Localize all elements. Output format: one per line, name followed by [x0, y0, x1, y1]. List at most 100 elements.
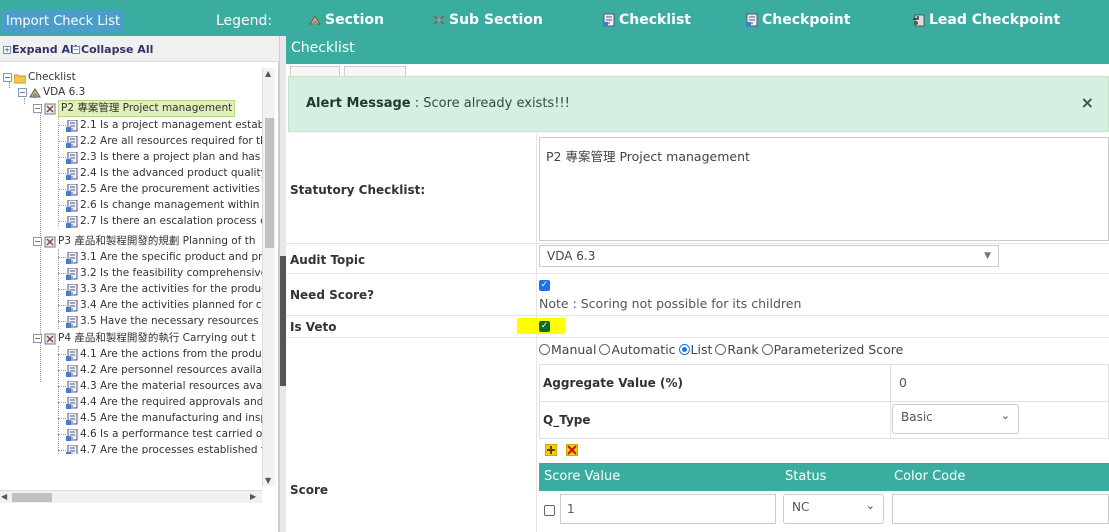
checkpoint-icon [66, 444, 78, 454]
tree-checkpoint-item[interactable]: 2.5 Are the procurement activities o [66, 182, 262, 197]
status-header: Status [785, 469, 827, 484]
tree-checkpoint-item[interactable]: 4.4 Are the required approvals and r [66, 395, 262, 410]
is-veto-checkbox[interactable]: ✓ [539, 321, 550, 332]
tree-checkpoint-item[interactable]: 4.6 Is a performance test carried ou [66, 427, 262, 442]
legend-section: Section [308, 12, 384, 28]
radio-parameterized[interactable] [761, 344, 773, 355]
checkpoint-icon [66, 380, 78, 393]
radio-automatic[interactable] [599, 344, 611, 355]
tree-node-p4[interactable]: − P4 產品和製程開發的執行 Carrying out t [33, 331, 255, 346]
radio-list[interactable] [678, 344, 690, 355]
sub-section-icon [44, 333, 56, 344]
tree-checkpoint-item[interactable]: 2.3 Is there a project plan and has th [66, 150, 262, 165]
score-label: Score [290, 483, 329, 497]
checkpoint-icon [66, 283, 78, 296]
alert-label: Alert Message [306, 96, 411, 111]
top-toolbar: Import Check List Legend: Section Sub Se… [0, 0, 1109, 40]
checkpoint-icon [66, 364, 78, 377]
score-mode-radio-group: Manual Automatic List Rank Parameterized… [539, 342, 903, 357]
tree-node-vda[interactable]: − VDA 6.3 [18, 85, 85, 100]
checkpoint-icon [66, 199, 78, 212]
scroll-left-icon[interactable]: ◀ [1, 492, 7, 501]
checkpoint-icon [66, 267, 78, 280]
radio-rank[interactable] [715, 344, 727, 355]
scroll-right-icon[interactable]: ▶ [250, 492, 256, 501]
audit-topic-select[interactable]: VDA 6.3 ▼ [539, 245, 999, 267]
color-code-input[interactable] [892, 494, 1109, 524]
tree-checkpoint-item[interactable]: 4.1 Are the actions from the produc [66, 347, 262, 362]
collapse-toggle-icon[interactable]: − [33, 237, 42, 246]
tree-node-p3[interactable]: − P3 產品和製程開發的規劃 Planning of th [33, 234, 256, 249]
tree-checkpoint-item[interactable]: 4.7 Are the processes established fo [66, 443, 262, 454]
tree-toolbar: + Expand All − Collapse All [0, 36, 279, 62]
tree-horizontal-scrollbar[interactable]: ◀ ▶ [0, 490, 262, 503]
qtype-label: Q_Type [543, 413, 591, 427]
collapse-toggle-icon[interactable]: − [18, 88, 27, 97]
sub-section-icon [433, 15, 445, 25]
checkpoint-icon [66, 183, 78, 196]
tree-vertical-scrollbar[interactable]: ▲ ▼ [262, 68, 275, 486]
scroll-thumb[interactable] [265, 118, 274, 248]
tree-checkpoint-item[interactable]: 3.2 Is the feasibility comprehensivel [66, 266, 262, 281]
legend-sub-section: Sub Section [432, 12, 543, 28]
collapse-all-button[interactable]: − Collapse All [72, 43, 153, 56]
color-code-header: Color Code [894, 469, 966, 484]
expand-all-button[interactable]: + Expand All [3, 43, 78, 56]
row-select-checkbox[interactable] [544, 505, 555, 516]
legend-label: Legend: [216, 13, 273, 29]
tree-checkpoint-item[interactable]: 4.2 Are personnel resources availab [66, 363, 262, 378]
score-value-header: Score Value [544, 469, 621, 484]
score-value-input[interactable]: 1 [560, 494, 776, 524]
chevron-down-icon: ⌄ [865, 499, 875, 512]
scroll-down-icon[interactable]: ▼ [265, 476, 271, 485]
add-icon[interactable] [545, 444, 557, 456]
checkpoint-icon [66, 251, 78, 264]
checkpoint-icon [66, 119, 78, 132]
score-table-header: Score Value Status Color Code [539, 463, 1109, 491]
tree-node-root[interactable]: − Checklist [3, 70, 76, 85]
expand-icon: + [3, 45, 11, 54]
is-veto-row: Is Veto [286, 316, 1109, 338]
import-check-list-button[interactable]: Import Check List [2, 10, 124, 34]
checkpoint-icon [66, 412, 78, 425]
tree-checkpoint-item[interactable]: 4.5 Are the manufacturing and inspe [66, 411, 262, 426]
panel-splitter[interactable] [279, 36, 286, 532]
chevron-down-icon: ⌄ [1000, 409, 1010, 422]
alert-message: Alert Message : Score already exists!!! … [288, 76, 1109, 132]
scroll-thumb[interactable] [12, 493, 52, 502]
aggregate-value[interactable]: 0 [899, 375, 907, 390]
tree-checkpoint-item[interactable]: 2.4 Is the advanced product quality [66, 166, 262, 181]
legend-lead-checkpoint: Lead Checkpoint [912, 12, 1060, 28]
sub-section-icon [44, 103, 56, 114]
sub-section-icon [44, 236, 56, 247]
collapse-toggle-icon[interactable]: − [33, 334, 42, 343]
tree-checkpoint-item[interactable]: 3.5 Have the necessary resources be [66, 314, 262, 329]
audit-topic-label: Audit Topic [290, 253, 366, 267]
tree-checkpoint-item[interactable]: 3.4 Are the activities planned for cus [66, 298, 262, 313]
statutory-checklist-textarea[interactable]: P2 專案管理 Project management [539, 137, 1109, 241]
tree-checkpoint-item[interactable]: 4.3 Are the material resources availa [66, 379, 262, 394]
legend-checkpoint: Checkpoint [745, 12, 850, 28]
tree-checkpoint-item[interactable]: 3.1 Are the specific product and pro [66, 250, 262, 265]
collapse-toggle-icon[interactable]: − [33, 104, 42, 113]
tree-checkpoint-item[interactable]: 2.7 Is there an escalation process es [66, 214, 262, 229]
folder-icon [14, 74, 26, 83]
scroll-up-icon[interactable]: ▲ [265, 69, 271, 78]
tree-checkpoint-item[interactable]: 2.6 Is change management within th [66, 198, 262, 213]
qtype-select[interactable]: Basic ⌄ [892, 404, 1019, 434]
checkpoint-icon [66, 151, 78, 164]
chevron-down-icon: ▼ [984, 251, 991, 261]
tree-checkpoint-item[interactable]: 2.2 Are all resources required for th [66, 134, 262, 149]
status-select[interactable]: NC ⌄ [783, 494, 884, 524]
need-score-checkbox[interactable]: ✓ [539, 280, 550, 291]
close-icon[interactable]: × [1081, 93, 1094, 112]
tree-node-p2[interactable]: − P2 專案管理 Project management [33, 100, 236, 117]
need-score-label: Need Score? [290, 288, 375, 302]
tree-checkpoint-item[interactable]: 2.1 Is a project management establi [66, 118, 262, 133]
delete-icon[interactable] [566, 444, 578, 456]
statutory-label: Statutory Checklist: [290, 183, 426, 197]
tree-checkpoint-item[interactable]: 3.3 Are the activities for the product [66, 282, 262, 297]
radio-manual[interactable] [539, 344, 550, 355]
collapse-toggle-icon[interactable]: − [3, 73, 12, 82]
tree-panel: + Expand All − Collapse All − Checklist … [0, 36, 279, 532]
